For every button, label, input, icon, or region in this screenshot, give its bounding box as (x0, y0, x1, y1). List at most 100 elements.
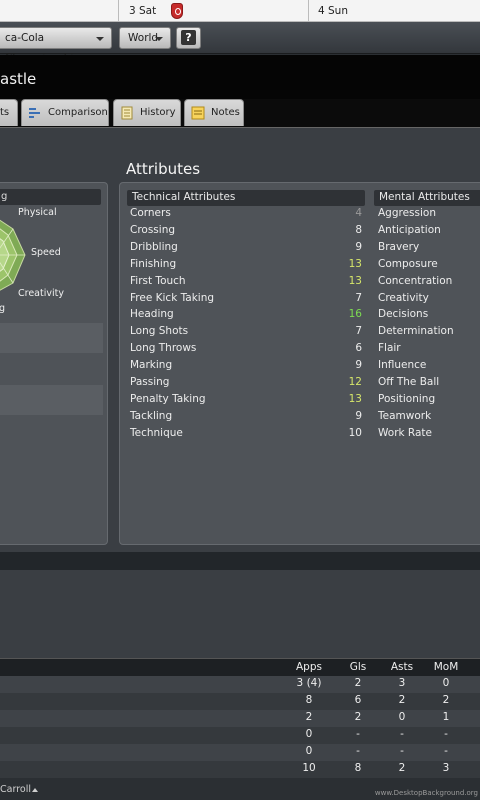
mental-attribute-row[interactable]: Composure (378, 257, 478, 274)
technical-attribute-row[interactable]: Long Shots 7 (130, 324, 362, 341)
stats-cell: 2 (398, 694, 406, 706)
stats-table-row[interactable]: 3 (4) 2 3 0 (0, 676, 480, 693)
attribute-name: Dribbling (130, 240, 178, 253)
date-day-4[interactable]: 4 Sun (318, 5, 348, 17)
overview-row (0, 323, 103, 353)
mental-attribute-row[interactable]: Anticipation (378, 223, 478, 240)
attribute-name: Decisions (378, 308, 429, 321)
attribute-value: 10 (348, 426, 362, 439)
attribute-name: Influence (378, 359, 427, 372)
attribute-value: 4 (355, 207, 362, 219)
tab-stats[interactable]: ts (0, 99, 18, 126)
technical-attribute-row[interactable]: Crossing 8 (130, 223, 362, 240)
overview-row (0, 385, 103, 415)
stats-cell: - (356, 745, 360, 757)
help-icon: ? (181, 30, 196, 45)
attribute-name: Technique (130, 426, 183, 439)
divider-strip (0, 552, 480, 570)
chevron-down-icon (155, 37, 163, 41)
panel-header-label: g (1, 191, 8, 202)
stats-table-row[interactable]: 8 6 2 2 (0, 693, 480, 710)
attribute-name: Determination (378, 325, 454, 338)
mental-attribute-row[interactable]: Flair (378, 341, 478, 358)
mental-attribute-row[interactable]: Determination (378, 324, 478, 341)
tab-label: Comparison (48, 107, 108, 118)
mental-attribute-row[interactable]: Off The Ball (378, 375, 478, 392)
attribute-name: Anticipation (378, 223, 441, 236)
attribute-value: 13 (348, 392, 362, 405)
stats-cell: 10 (302, 762, 316, 774)
stats-table-header: Apps Gls Asts MoM (0, 658, 480, 676)
help-button[interactable]: ? (176, 27, 201, 49)
chevron-up-icon[interactable] (32, 788, 38, 792)
mental-attribute-row[interactable]: Creativity (378, 291, 478, 308)
column-header-assists[interactable]: Asts (382, 661, 422, 673)
tab-history[interactable]: History (113, 99, 181, 126)
stats-cell: 3 (4) (296, 677, 322, 689)
mental-attributes-title: Mental Attributes (379, 191, 470, 203)
stats-cell: 2 (442, 694, 450, 706)
competition-dropdown[interactable]: ca-Cola Championship (0, 27, 112, 64)
attribute-name: Corners (130, 207, 171, 219)
attribute-name: Flair (378, 342, 401, 355)
radar-label-partial: g (0, 303, 6, 314)
attribute-name: First Touch (130, 274, 186, 287)
technical-attribute-row[interactable]: Marking 9 (130, 358, 362, 375)
technical-attribute-row[interactable]: Dribbling 9 (130, 240, 362, 257)
attribute-name: Tackling (130, 409, 173, 422)
stats-cell: 1 (442, 711, 450, 723)
stats-table-row[interactable]: 2 2 0 1 (0, 710, 480, 727)
tab-bar: ts Comparison History Notes (0, 99, 480, 127)
stats-table-row[interactable]: 0 - - - (0, 727, 480, 744)
technical-attributes-header: Technical Attributes (127, 190, 365, 206)
mental-attribute-row[interactable]: Work Rate (378, 426, 478, 443)
mental-attribute-row[interactable]: Decisions (378, 307, 478, 324)
mental-attribute-row[interactable]: Influence (378, 358, 478, 375)
mental-attribute-row[interactable]: Bravery (378, 240, 478, 257)
technical-attribute-row[interactable]: Corners 4 (130, 206, 362, 223)
player-name: astle (0, 70, 37, 88)
stats-cell: - (400, 728, 404, 740)
radar-label-physical: Physical (18, 207, 57, 218)
panel-header: g (0, 189, 101, 205)
technical-attribute-row[interactable]: Technique 10 (130, 426, 362, 443)
technical-attribute-row[interactable]: Penalty Taking 13 (130, 392, 362, 409)
radar-label-creativity: Creativity (18, 288, 64, 299)
technical-attribute-row[interactable]: Tackling 9 (130, 409, 362, 426)
mental-attribute-row[interactable]: Concentration (378, 274, 478, 291)
attribute-value: 9 (355, 240, 362, 253)
stats-cell: - (444, 728, 448, 740)
technical-attribute-row[interactable]: Heading 16 (130, 307, 362, 324)
attribute-name: Crossing (130, 223, 176, 236)
mental-attributes-header: Mental Attributes (374, 190, 480, 206)
attribute-value: 16 (348, 308, 362, 321)
attribute-value: 7 (355, 291, 362, 304)
technical-attribute-row[interactable]: Long Throws 6 (130, 341, 362, 358)
stats-cell: - (356, 728, 360, 740)
stats-table-row[interactable]: 0 - - - (0, 744, 480, 761)
section-title: Attributes (126, 160, 201, 178)
stats-cell: 6 (354, 694, 362, 706)
mental-attribute-row[interactable]: Positioning (378, 392, 478, 409)
date-day-3[interactable]: 3 Sat (129, 5, 156, 17)
technical-attribute-row[interactable]: First Touch 13 (130, 274, 362, 291)
column-header-goals[interactable]: Gls (338, 661, 378, 673)
column-header-apps[interactable]: Apps (289, 661, 329, 673)
region-dropdown[interactable]: World (119, 27, 171, 49)
stats-cell: - (400, 745, 404, 757)
stats-table-row[interactable]: 10 8 2 3 (0, 761, 480, 778)
tab-comparison[interactable]: Comparison (21, 99, 109, 126)
technical-attribute-row[interactable]: Passing 12 (130, 375, 362, 392)
mental-attribute-row[interactable]: Teamwork (378, 409, 478, 426)
technical-attribute-row[interactable]: Finishing 13 (130, 257, 362, 274)
technical-attribute-row[interactable]: Free Kick Taking 7 (130, 291, 362, 308)
attribute-name: Work Rate (378, 426, 433, 439)
column-header-mom[interactable]: MoM (426, 661, 466, 673)
mental-attribute-row[interactable]: Aggression (378, 206, 478, 223)
date-separator (118, 0, 119, 22)
player-selector[interactable]: Carroll (0, 784, 31, 795)
match-club-badge-icon[interactable] (171, 3, 183, 19)
lower-area (0, 570, 480, 658)
attribute-name: Off The Ball (378, 376, 440, 388)
tab-notes[interactable]: Notes (184, 99, 244, 126)
